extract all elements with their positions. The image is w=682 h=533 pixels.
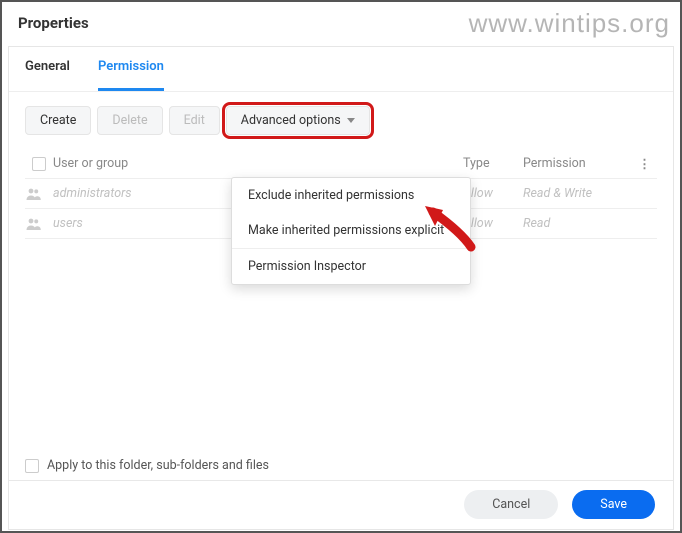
apply-recursive-checkbox[interactable]: [25, 459, 39, 473]
group-icon: [25, 187, 53, 201]
col-permission: Permission: [523, 156, 633, 171]
col-type: Type: [463, 156, 523, 171]
advanced-options-button[interactable]: Advanced options: [226, 106, 370, 135]
apply-recursive-row[interactable]: Apply to this folder, sub-folders and fi…: [25, 458, 269, 473]
row-perm: Read & Write: [523, 186, 633, 201]
row-type: Allow: [463, 186, 523, 201]
menu-permission-inspector[interactable]: Permission Inspector: [232, 248, 470, 284]
footer-buttons: Cancel Save: [464, 490, 655, 519]
row-type: Allow: [463, 216, 523, 231]
window-title: Properties: [18, 14, 664, 32]
delete-button[interactable]: Delete: [97, 106, 162, 135]
menu-exclude-inherited[interactable]: Exclude inherited permissions: [232, 178, 470, 213]
row-user: administrators: [53, 186, 233, 201]
menu-make-explicit[interactable]: Make inherited permissions explicit: [232, 213, 470, 248]
footer-separator: [9, 480, 673, 481]
col-more-icon[interactable]: ⋮: [633, 156, 657, 172]
tab-general[interactable]: General: [25, 59, 70, 91]
toolbar: Create Delete Edit Advanced options: [9, 92, 673, 149]
row-user: users: [53, 216, 233, 231]
select-all-checkbox[interactable]: [32, 157, 46, 171]
save-button[interactable]: Save: [572, 490, 655, 519]
apply-recursive-label: Apply to this folder, sub-folders and fi…: [47, 458, 269, 473]
cancel-button[interactable]: Cancel: [464, 490, 558, 519]
col-user: User or group: [53, 156, 233, 171]
advanced-options-menu: Exclude inherited permissions Make inher…: [231, 177, 471, 285]
table-header-row: User or group Type Permission ⋮: [25, 149, 657, 179]
caret-down-icon: [347, 118, 355, 123]
window-header: Properties: [2, 2, 680, 46]
advanced-options-label: Advanced options: [241, 113, 341, 128]
edit-button[interactable]: Edit: [169, 106, 220, 135]
create-button[interactable]: Create: [25, 106, 91, 135]
group-icon: [25, 217, 53, 231]
tab-permission[interactable]: Permission: [98, 59, 164, 91]
panel-frame: General Permission Create Delete Edit Ad…: [8, 46, 674, 530]
tab-bar: General Permission: [9, 47, 673, 92]
row-perm: Read: [523, 216, 633, 231]
